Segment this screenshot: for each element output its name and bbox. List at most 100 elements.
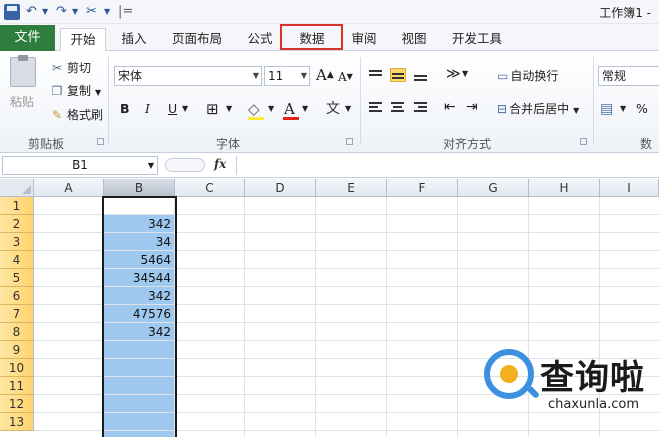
- tab-home[interactable]: 开始: [60, 28, 106, 52]
- row-header-11[interactable]: 11: [0, 377, 34, 395]
- row-header-5[interactable]: 5: [0, 269, 34, 287]
- format-painter-button[interactable]: ✎ 格式刷: [50, 106, 103, 124]
- clipboard-launcher-icon[interactable]: [97, 138, 104, 145]
- font-name-value: 宋体: [118, 69, 143, 83]
- orientation-icon[interactable]: ≫: [446, 65, 461, 83]
- column-header-d[interactable]: D: [245, 179, 316, 197]
- row-header-10[interactable]: 10: [0, 359, 34, 377]
- align-center-icon[interactable]: [390, 101, 406, 115]
- tab-file[interactable]: 文件: [0, 25, 55, 51]
- orientation-dropdown-icon[interactable]: ▼: [462, 65, 468, 83]
- font-color-button[interactable]: A: [284, 100, 295, 118]
- column-header-e[interactable]: E: [316, 179, 387, 197]
- fill-color-icon[interactable]: ◇: [248, 100, 260, 118]
- select-all-corner[interactable]: [0, 179, 34, 197]
- copy-dropdown-icon: ▼: [95, 88, 102, 97]
- row-header-4[interactable]: 4: [0, 251, 34, 269]
- copy-icon: ❐: [51, 84, 63, 98]
- insert-function-icon[interactable]: fx: [214, 157, 226, 171]
- column-header-g[interactable]: G: [458, 179, 529, 197]
- gridline: [244, 197, 245, 437]
- tab-developer[interactable]: 开发工具: [446, 28, 508, 51]
- row-header-8[interactable]: 8: [0, 323, 34, 341]
- border-dropdown-icon[interactable]: ▼: [226, 100, 232, 118]
- undo-icon[interactable]: ↶: [26, 3, 37, 21]
- increase-indent-icon[interactable]: ⇥: [466, 98, 478, 116]
- column-header-a[interactable]: A: [34, 179, 104, 197]
- paste-icon[interactable]: [10, 55, 36, 87]
- formula-input[interactable]: [236, 156, 659, 175]
- merge-dropdown-icon: ▼: [573, 106, 580, 115]
- wrap-text-button[interactable]: ▭ 自动换行: [497, 67, 558, 85]
- row-header-2[interactable]: 2: [0, 215, 34, 233]
- grow-font-button[interactable]: A▲: [316, 66, 334, 84]
- tab-view[interactable]: 视图: [394, 28, 434, 51]
- border-icon[interactable]: ⊞: [206, 100, 219, 118]
- row-header-6[interactable]: 6: [0, 287, 34, 305]
- underline-button[interactable]: U: [168, 100, 177, 118]
- column-header-f[interactable]: F: [387, 179, 458, 197]
- shrink-font-label: A: [338, 70, 347, 84]
- font-size-combo[interactable]: 11 ▼: [264, 66, 310, 86]
- watermark-logo-icon: [484, 349, 534, 399]
- custom-brush-icon[interactable]: ✂: [86, 3, 97, 21]
- decrease-indent-icon[interactable]: ⇤: [444, 98, 456, 116]
- phonetic-dropdown-icon[interactable]: ▼: [345, 100, 351, 118]
- italic-button[interactable]: I: [145, 100, 150, 118]
- font-group-label: 字体: [216, 137, 241, 151]
- group-separator: [360, 57, 361, 145]
- row-header-1[interactable]: 1: [0, 197, 34, 215]
- copy-button[interactable]: ❐ 复制 ▼: [50, 82, 102, 100]
- name-box[interactable]: B1 ▼: [2, 156, 158, 175]
- align-bottom-icon[interactable]: [413, 68, 429, 82]
- redo-dropdown-icon[interactable]: ▼: [72, 3, 78, 21]
- paste-button-label[interactable]: 粘贴: [10, 93, 34, 110]
- brush-dropdown-icon[interactable]: ▼: [104, 3, 110, 21]
- row-header-13[interactable]: 13: [0, 413, 34, 431]
- row-header-9[interactable]: 9: [0, 341, 34, 359]
- tab-page-layout[interactable]: 页面布局: [165, 28, 229, 51]
- accounting-dropdown-icon[interactable]: ▼: [620, 100, 626, 118]
- accounting-format-icon[interactable]: ▤: [600, 100, 613, 118]
- save-icon[interactable]: [4, 4, 20, 20]
- undo-dropdown-icon[interactable]: ▼: [42, 3, 48, 21]
- tab-insert[interactable]: 插入: [114, 28, 154, 51]
- number-format-combo[interactable]: 常规: [598, 66, 659, 86]
- row-header-12[interactable]: 12: [0, 395, 34, 413]
- row-header-7[interactable]: 7: [0, 305, 34, 323]
- number-format-value: 常规: [602, 69, 627, 83]
- redo-icon[interactable]: ↷: [56, 3, 67, 21]
- tab-review[interactable]: 审阅: [344, 28, 384, 51]
- gridline: [457, 197, 458, 437]
- merge-center-button[interactable]: ⊟ 合并后居中 ▼: [497, 100, 579, 118]
- tab-formulas[interactable]: 公式: [240, 28, 280, 51]
- chevron-down-icon: ▼: [147, 161, 154, 170]
- font-launcher-icon[interactable]: [346, 138, 353, 145]
- font-name-combo[interactable]: 宋体 ▼: [114, 66, 262, 86]
- phonetic-icon[interactable]: 文: [326, 100, 340, 118]
- row-header-3[interactable]: 3: [0, 233, 34, 251]
- column-header-h[interactable]: H: [529, 179, 600, 197]
- fill-dropdown-icon[interactable]: ▼: [268, 100, 274, 118]
- alignment-launcher-icon[interactable]: [580, 138, 587, 145]
- cut-button[interactable]: ✂ 剪切: [50, 59, 91, 77]
- percent-style-button[interactable]: %: [636, 100, 648, 118]
- column-header-b[interactable]: B: [104, 179, 175, 197]
- underline-dropdown-icon[interactable]: ▼: [182, 100, 188, 118]
- align-left-icon[interactable]: [368, 101, 384, 115]
- fill-color-swatch: [248, 117, 264, 120]
- scissors-icon: ✂: [51, 61, 63, 75]
- font-color-dropdown-icon[interactable]: ▼: [302, 100, 308, 118]
- grow-font-label: A: [316, 66, 327, 84]
- align-right-icon[interactable]: [413, 101, 429, 115]
- align-middle-icon[interactable]: [390, 68, 406, 82]
- wrap-text-icon: ▭: [497, 69, 509, 83]
- formula-bar-expander[interactable]: [165, 158, 205, 172]
- column-header-c[interactable]: C: [175, 179, 245, 197]
- bold-button[interactable]: B: [120, 100, 130, 118]
- customize-qat-icon[interactable]: |=: [118, 3, 133, 21]
- data-tab-highlight-box: [280, 24, 343, 50]
- column-header-i[interactable]: I: [600, 179, 659, 197]
- shrink-font-button[interactable]: A▼: [338, 68, 353, 86]
- align-top-icon[interactable]: [368, 68, 384, 82]
